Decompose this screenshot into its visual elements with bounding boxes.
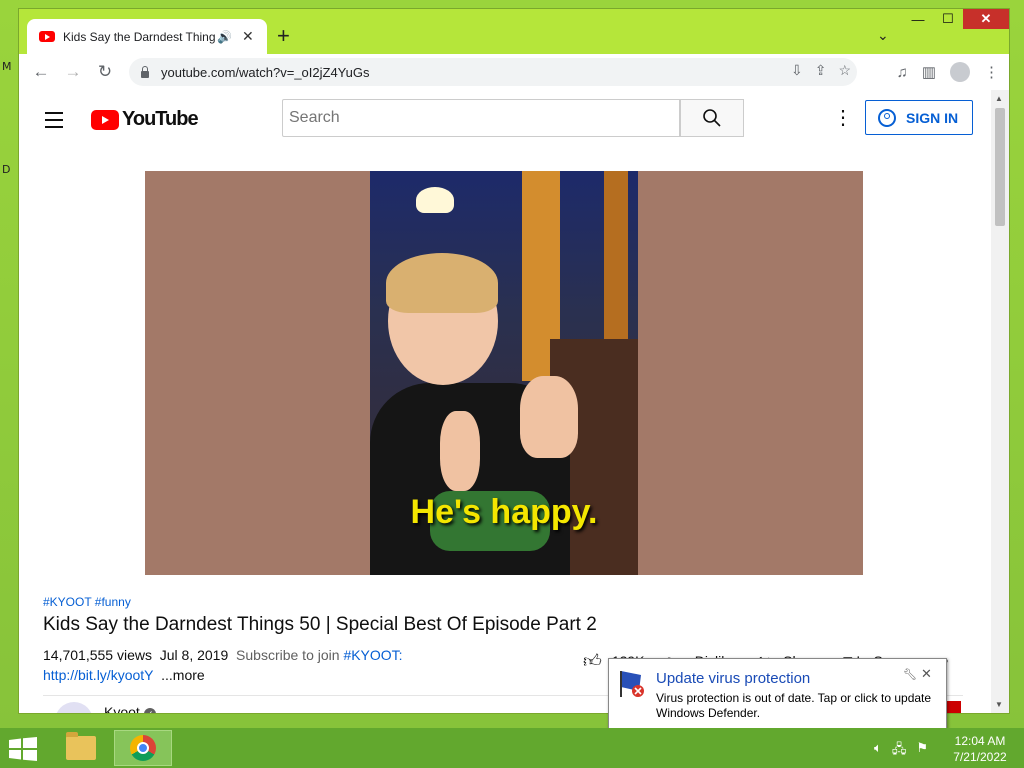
new-tab-button[interactable]: +	[277, 25, 290, 47]
sign-in-button[interactable]: SIGN IN	[865, 100, 973, 135]
network-icon[interactable]: 🖧︎	[892, 740, 907, 762]
omnibox-actions: ⇩ ⇪ ☆	[791, 62, 851, 79]
share-page-icon[interactable]: ⇪	[815, 62, 827, 79]
search-icon	[703, 109, 721, 127]
tab-search-button[interactable]: ⌄	[877, 27, 889, 44]
tab-title: Kids Say the Darndest Things 50 | Specia…	[63, 29, 215, 44]
profile-avatar-icon[interactable]	[950, 62, 970, 82]
volume-muted-icon[interactable]: 🔈︎	[874, 740, 882, 762]
video-lamp	[416, 187, 454, 213]
browser-tab-active[interactable]: Kids Say the Darndest Things 50 | Specia…	[27, 19, 267, 54]
description-hashtag-link[interactable]: #KYOOT:	[343, 647, 402, 663]
video-description-line: http://bit.ly/kyootY ...more	[43, 667, 205, 683]
taskbar-chrome[interactable]	[114, 730, 172, 766]
channel-avatar[interactable]	[55, 702, 93, 713]
settings-kebab-icon[interactable]: ⋮	[833, 108, 853, 128]
description-prefix: Subscribe to join	[236, 647, 340, 663]
desktop-icon-label-d[interactable]: D	[2, 163, 10, 176]
youtube-favicon-icon	[39, 31, 55, 42]
hamburger-menu-icon[interactable]	[45, 112, 63, 133]
reload-icon[interactable]: ↻	[89, 62, 121, 82]
browser-menu-icon[interactable]: ⋮	[984, 63, 999, 81]
install-app-icon[interactable]: ⇩	[791, 62, 803, 79]
video-caption: He's happy.	[410, 493, 598, 531]
video-child-hand	[520, 376, 578, 458]
bookmark-star-icon[interactable]: ☆	[838, 62, 851, 79]
toolbar-right: ♫ ▥ ⋮	[897, 62, 999, 82]
browser-toolbar: ← → ↻ youtube.com/watch?v=_oI2jZ4YuGs ⇩ …	[19, 54, 1009, 90]
video-frame[interactable]: He's happy.	[370, 171, 638, 575]
forward-arrow-icon[interactable]: →	[57, 62, 89, 82]
show-more-link[interactable]: ...more	[161, 667, 205, 683]
publish-date: Jul 8, 2019	[159, 647, 229, 663]
lock-icon[interactable]	[141, 65, 149, 78]
video-meta: 14,701,555 views Jul 8, 2019 Subscribe t…	[43, 647, 403, 663]
thumbs-up-icon: 👍︎	[583, 651, 602, 671]
video-child-hair	[386, 253, 498, 313]
youtube-header: YouTube ⋮ SIGN IN	[19, 90, 991, 150]
scroll-up-icon[interactable]: ▲	[995, 94, 1003, 103]
address-bar[interactable]: youtube.com/watch?v=_oI2jZ4YuGs ⇩ ⇪ ☆	[129, 58, 857, 86]
browser-window: Kids Say the Darndest Things 50 | Specia…	[18, 8, 1010, 714]
back-arrow-icon[interactable]: ←	[25, 62, 57, 82]
taskbar-file-explorer[interactable]	[52, 730, 110, 766]
desktop-icon-label-m[interactable]: M	[2, 60, 12, 73]
defender-notification[interactable]: Update virus protection Virus protection…	[608, 658, 947, 731]
maximize-button[interactable]: ☐	[933, 9, 963, 29]
window-controls: — ☐ ✕	[903, 9, 1009, 29]
youtube-page: YouTube ⋮ SIGN IN	[19, 90, 991, 713]
sign-in-label: SIGN IN	[906, 109, 959, 126]
minimize-button[interactable]: —	[903, 9, 933, 29]
taskbar: 🔈︎ 🖧︎ ⚑ 12:04 AM 7/21/2022	[0, 728, 1024, 768]
search-input[interactable]	[282, 99, 680, 137]
scrollbar-thumb[interactable]	[995, 108, 1005, 226]
clock-date: 7/21/2022	[953, 750, 1007, 764]
clock-time: 12:04 AM	[954, 734, 1006, 748]
account-circle-icon	[878, 108, 896, 127]
notification-close-icon[interactable]: ✕	[921, 666, 932, 682]
video-hashtags[interactable]: #KYOOT #funny	[43, 595, 131, 609]
youtube-play-logo-icon	[91, 109, 119, 130]
system-tray: 🔈︎ 🖧︎ ⚑	[874, 740, 928, 762]
pin-icon[interactable]: 🔧︎	[903, 668, 917, 681]
description-url-link[interactable]: http://bit.ly/kyootY	[43, 667, 153, 683]
defender-flag-icon	[620, 671, 644, 697]
action-center-alert-icon[interactable]: ⚑	[916, 740, 928, 762]
view-count: 14,701,555 views	[43, 647, 152, 663]
video-child-hand	[440, 411, 480, 491]
video-title: Kids Say the Darndest Things 50 | Specia…	[43, 614, 597, 635]
search-button[interactable]	[680, 99, 744, 137]
page-scrollbar[interactable]: ▲ ▼	[991, 90, 1009, 713]
notification-body[interactable]: Virus protection is out of date. Tap or …	[656, 691, 942, 721]
chrome-icon	[130, 735, 156, 761]
close-window-button[interactable]: ✕	[963, 9, 1009, 29]
video-pillar	[604, 171, 628, 361]
address-url[interactable]: youtube.com/watch?v=_oI2jZ4YuGs	[161, 65, 369, 80]
audio-playing-icon[interactable]: 🔊	[217, 30, 232, 44]
video-player[interactable]: He's happy.	[145, 171, 863, 575]
scroll-down-icon[interactable]: ▼	[995, 700, 1003, 709]
media-controls-icon[interactable]: ♫	[897, 64, 908, 81]
verified-check-icon: ✓	[143, 708, 156, 713]
side-panel-icon[interactable]: ▥	[922, 63, 936, 81]
youtube-logo-text: YouTube	[122, 108, 199, 130]
taskbar-clock[interactable]: 12:04 AM 7/21/2022	[944, 733, 1016, 765]
channel-name-row[interactable]: Kyoot✓	[104, 704, 156, 713]
youtube-logo[interactable]: YouTube	[91, 108, 199, 131]
folder-icon	[66, 732, 96, 760]
windows-start-icon[interactable]	[8, 737, 38, 761]
tab-close-icon[interactable]: ✕	[242, 28, 254, 45]
channel-name[interactable]: Kyoot	[104, 704, 140, 713]
tab-strip: Kids Say the Darndest Things 50 | Specia…	[19, 9, 1009, 54]
notification-title[interactable]: Update virus protection	[656, 670, 810, 687]
